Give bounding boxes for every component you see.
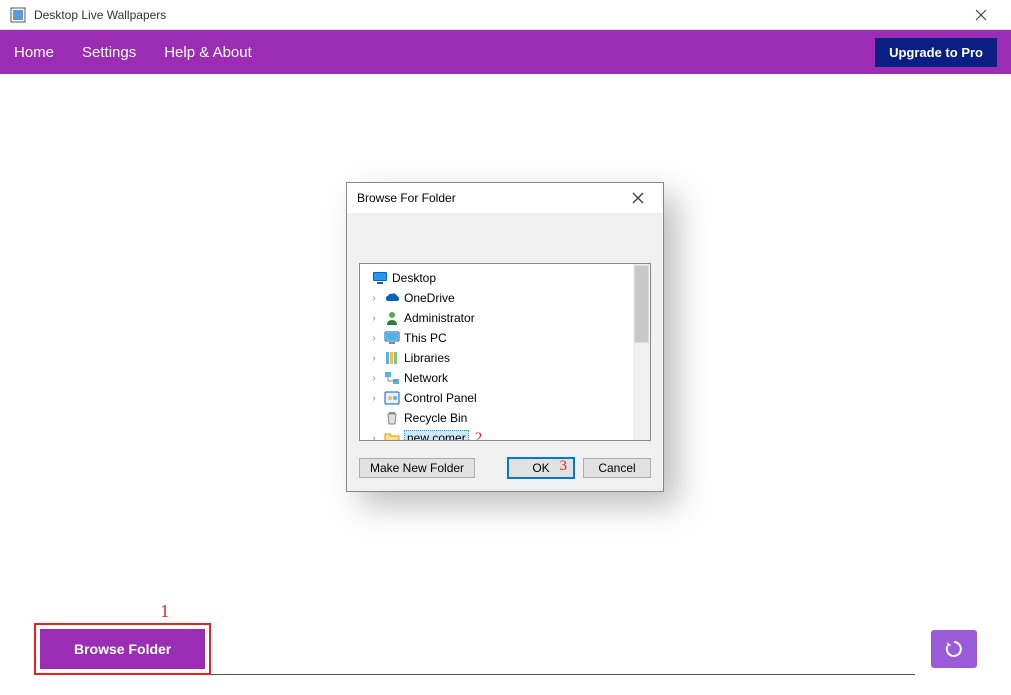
tree-label: Control Panel: [404, 391, 477, 405]
browse-folder-highlight: 1 Browse Folder: [34, 623, 211, 675]
browse-folder-button[interactable]: Browse Folder: [40, 629, 205, 669]
tree-label: Recycle Bin: [404, 411, 467, 425]
ok-button[interactable]: OK 3: [507, 457, 575, 479]
thispc-icon: [384, 330, 400, 346]
browse-folder-dialog: Browse For Folder Desktop › OneDrive: [346, 182, 664, 492]
tree-label: Libraries: [404, 351, 450, 365]
annotation-1: 1: [160, 601, 169, 622]
libraries-icon: [384, 350, 400, 366]
expander-icon[interactable]: ›: [368, 293, 380, 304]
ok-label: OK: [532, 461, 549, 475]
tree-label: Desktop: [392, 271, 436, 285]
folder-tree[interactable]: Desktop › OneDrive › Administrator ›: [359, 263, 651, 441]
expander-icon[interactable]: ›: [368, 393, 380, 404]
expander-icon[interactable]: ›: [368, 433, 380, 442]
tree-label-selected: new comer: [404, 430, 469, 441]
dialog-title: Browse For Folder: [357, 191, 456, 205]
network-icon: [384, 370, 400, 386]
desktop-icon: [372, 270, 388, 286]
tree-label: Administrator: [404, 311, 475, 325]
folder-tree-list: Desktop › OneDrive › Administrator ›: [360, 264, 650, 441]
expander-icon[interactable]: ›: [368, 313, 380, 324]
expander-icon[interactable]: ›: [368, 353, 380, 364]
tree-label: OneDrive: [404, 291, 455, 305]
tree-item-network[interactable]: › Network: [364, 368, 650, 388]
tree-item-controlpanel[interactable]: › Control Panel: [364, 388, 650, 408]
upgrade-button[interactable]: Upgrade to Pro: [875, 38, 997, 67]
dialog-close-button[interactable]: [623, 183, 653, 213]
tree-label: Network: [404, 371, 448, 385]
tree-item-libraries[interactable]: › Libraries: [364, 348, 650, 368]
app-title: Desktop Live Wallpapers: [34, 8, 166, 22]
tree-item-administrator[interactable]: › Administrator: [364, 308, 650, 328]
folder-icon: [384, 430, 400, 441]
tree-item-onedrive[interactable]: › OneDrive: [364, 288, 650, 308]
refresh-icon: [944, 639, 964, 659]
title-bar: Desktop Live Wallpapers: [0, 0, 1011, 30]
cancel-button[interactable]: Cancel: [583, 458, 651, 478]
close-icon: [632, 192, 644, 204]
user-icon: [384, 310, 400, 326]
dialog-title-bar: Browse For Folder: [347, 183, 663, 213]
annotation-3: 3: [560, 458, 568, 475]
bottom-row: 1 Browse Folder: [0, 623, 1011, 675]
scrollbar-thumb[interactable]: [634, 265, 649, 343]
path-underline: [211, 674, 915, 675]
tree-item-thispc[interactable]: › This PC: [364, 328, 650, 348]
expander-icon[interactable]: ›: [368, 373, 380, 384]
close-icon: [975, 9, 987, 21]
annotation-2: 2: [475, 430, 483, 442]
nav-home[interactable]: Home: [14, 44, 54, 61]
tree-item-desktop[interactable]: Desktop: [364, 268, 650, 288]
nav-help-about[interactable]: Help & About: [164, 44, 252, 61]
tree-item-newcomer[interactable]: › new comer 2: [364, 428, 650, 441]
app-icon: [10, 7, 26, 23]
control-panel-icon: [384, 390, 400, 406]
tree-label: This PC: [404, 331, 447, 345]
refresh-button[interactable]: [931, 630, 977, 668]
dialog-body: Desktop › OneDrive › Administrator ›: [347, 213, 663, 491]
nav-bar: Home Settings Help & About Upgrade to Pr…: [0, 30, 1011, 74]
scrollbar[interactable]: [633, 264, 650, 440]
dialog-button-row: Make New Folder OK 3 Cancel: [359, 457, 651, 479]
tree-item-recyclebin[interactable]: Recycle Bin: [364, 408, 650, 428]
make-new-folder-button[interactable]: Make New Folder: [359, 458, 475, 478]
recycle-bin-icon: [384, 410, 400, 426]
onedrive-icon: [384, 290, 400, 306]
window-close-button[interactable]: [961, 0, 1001, 30]
main-content: Browse For Folder Desktop › OneDrive: [0, 74, 1011, 695]
nav-settings[interactable]: Settings: [82, 44, 136, 61]
expander-icon[interactable]: ›: [368, 333, 380, 344]
